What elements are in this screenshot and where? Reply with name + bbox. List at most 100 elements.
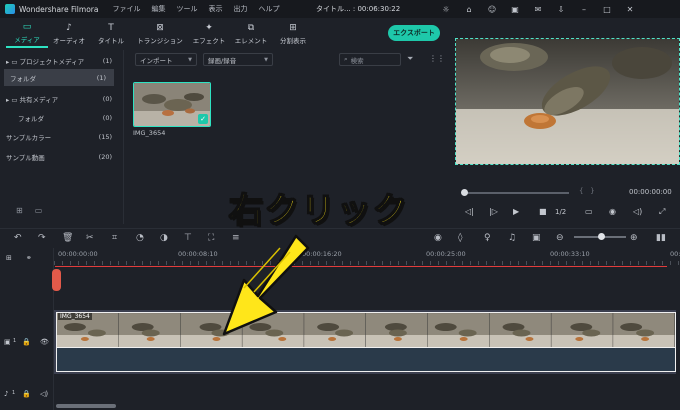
- timeline-panel-icon[interactable]: ▮▮: [656, 233, 666, 243]
- tab-audio[interactable]: ♪ オーディオ: [48, 18, 90, 48]
- undo-icon[interactable]: ↶: [14, 233, 22, 243]
- filmora-logo-icon: [5, 4, 15, 14]
- prev-frame-icon[interactable]: ◁|: [465, 207, 474, 216]
- chevron-down-icon: ▼: [264, 56, 268, 63]
- project-title: タイトル... : 00:06:30:22: [316, 5, 401, 13]
- filter-icon[interactable]: ⏷: [407, 54, 413, 64]
- zoom-in-icon[interactable]: ⊕: [630, 233, 638, 243]
- cut-icon[interactable]: ✂: [86, 233, 94, 243]
- download-icon[interactable]: ⇩: [555, 3, 567, 15]
- export-button[interactable]: エクスポート: [388, 25, 440, 41]
- import-dropdown[interactable]: インポート ▼: [135, 53, 197, 66]
- display-icon[interactable]: ▭: [585, 207, 593, 216]
- mark-in-out-icon[interactable]: { }: [579, 187, 595, 195]
- redo-icon[interactable]: ↷: [38, 233, 46, 243]
- zoom-slider-handle[interactable]: [598, 233, 605, 240]
- module-tabs: ▭ メディア ♪ オーディオ T タイトル ⊠ トランジション ✦ エフェクト ⧉ エレメン…: [0, 18, 452, 48]
- tab-title[interactable]: T タイトル: [90, 18, 132, 48]
- close-icon[interactable]: ✕: [624, 3, 636, 15]
- color-icon[interactable]: ◑: [160, 233, 168, 243]
- fullscreen-icon[interactable]: ⤢: [659, 207, 665, 217]
- tab-elements-label: エレメント: [234, 36, 268, 45]
- green-screen-icon[interactable]: ⊤: [184, 233, 192, 243]
- stop-icon[interactable]: ■: [539, 207, 547, 216]
- voiceover-icon[interactable]: ♫: [508, 233, 516, 243]
- microphone-icon[interactable]: ♀: [484, 233, 491, 243]
- snapshot-icon[interactable]: ◉: [609, 207, 616, 216]
- volume-icon[interactable]: ◁): [633, 207, 642, 216]
- zoom-out-icon[interactable]: ⊖: [556, 233, 564, 243]
- folder-project-folder-count: (1): [96, 73, 106, 82]
- media-thumbnail[interactable]: ✓: [133, 82, 211, 127]
- playhead-handle[interactable]: [52, 269, 61, 291]
- clip-frame-10-ellipse: [636, 329, 655, 337]
- menu-edit[interactable]: 編集: [151, 4, 165, 14]
- split-screen-icon: ⊞: [289, 22, 297, 33]
- clip-frame-7-ellipse: [458, 329, 477, 337]
- tab-elements[interactable]: ⧉ エレメント: [230, 18, 272, 48]
- lock-icon[interactable]: 🔒: [22, 390, 31, 398]
- video-track-number: 1: [13, 338, 17, 344]
- maximize-icon[interactable]: □: [601, 3, 613, 15]
- eye-icon[interactable]: 👁: [40, 338, 49, 346]
- timeline-scrollbar[interactable]: [56, 404, 116, 408]
- preview-seek-handle[interactable]: [461, 189, 468, 196]
- tick-label: 00:00:00:00: [58, 250, 98, 258]
- playback-speed[interactable]: 1/2: [555, 208, 566, 216]
- new-folder-icon[interactable]: ⊞: [16, 206, 23, 215]
- play-slow-icon[interactable]: |▷: [489, 207, 498, 216]
- folder-shared-media[interactable]: ▸ ▭ 共有メディア (0): [0, 90, 124, 107]
- clip-frame-2-ellipse: [141, 329, 160, 337]
- menu-help[interactable]: ヘルプ: [258, 4, 279, 14]
- media-toolbar: インポート ▼ 録画/録音 ▼ ⌕ 検索 ⏷ ⋮⋮: [127, 50, 451, 70]
- menu-view[interactable]: 表示: [208, 4, 222, 14]
- link-icon[interactable]: ⚭: [26, 254, 32, 262]
- folder-icon: ▭: [22, 21, 32, 32]
- folder-sample-videos[interactable]: サンプル動画 (20): [0, 148, 124, 165]
- timeline-ruler[interactable]: 00:00:00:00 00:00:08:10 00:00:16:20 00:0…: [54, 248, 680, 266]
- menu-file[interactable]: ファイル: [112, 4, 140, 14]
- app-name: Wondershare Filmora: [19, 4, 99, 14]
- bulb-icon[interactable]: ☼: [440, 3, 452, 15]
- tab-split-screen[interactable]: ⊞ 分割表示: [272, 18, 314, 48]
- add-track-icon[interactable]: ⊞: [6, 254, 12, 262]
- folder-project-media[interactable]: ▸ ▭ プロジェクトメディア (1): [0, 52, 124, 69]
- grid-view-icon[interactable]: ⋮⋮: [429, 54, 445, 63]
- preview-viewer[interactable]: [455, 38, 680, 165]
- crop-icon[interactable]: ⌗: [112, 233, 117, 243]
- folder-icon[interactable]: ▭: [35, 206, 43, 215]
- save-icon[interactable]: ▣: [509, 3, 521, 15]
- folder-sample-colors[interactable]: サンプルカラー (15): [0, 128, 124, 145]
- render-icon[interactable]: ◉: [434, 233, 442, 243]
- play-icon[interactable]: ▶: [513, 207, 519, 216]
- menu-export[interactable]: 出力: [233, 4, 247, 14]
- account-icon[interactable]: ☺: [486, 3, 498, 15]
- video-clip[interactable]: [56, 312, 676, 348]
- menu-tools[interactable]: ツール: [176, 4, 197, 14]
- folder-panel: ▸ ▭ プロジェクトメディア (1) フォルダ (1) ▸ ▭ 共有メディア (…: [0, 50, 124, 224]
- marker-icon[interactable]: ◊: [458, 233, 462, 243]
- speaker-icon[interactable]: ◁): [40, 390, 48, 398]
- speed-icon[interactable]: ◔: [136, 233, 144, 243]
- record-dropdown[interactable]: 録画/録音 ▼: [203, 53, 273, 66]
- folder-shared-media-count: (0): [102, 94, 112, 103]
- folder-project-folder-label: フォルダ: [10, 74, 36, 83]
- tab-effects[interactable]: ✦ エフェクト: [188, 18, 230, 48]
- gift-icon[interactable]: ⌂: [463, 3, 475, 15]
- tab-transition[interactable]: ⊠ トランジション: [132, 18, 188, 48]
- search-input[interactable]: ⌕ 検索: [339, 53, 401, 66]
- lock-icon[interactable]: 🔒: [22, 338, 31, 346]
- mail-icon[interactable]: ✉: [532, 3, 544, 15]
- folder-project-folder[interactable]: フォルダ (1): [4, 69, 114, 86]
- delete-icon[interactable]: 🗑: [62, 233, 73, 243]
- folder-shared-folder[interactable]: フォルダ (0): [0, 109, 124, 126]
- tab-media[interactable]: ▭ メディア: [6, 18, 48, 48]
- minimize-icon[interactable]: –: [578, 3, 590, 15]
- effects-icon: ✦: [205, 22, 213, 33]
- preview-seek-track[interactable]: [463, 192, 569, 194]
- folder-sample-colors-label: サンプルカラー: [6, 133, 52, 142]
- media-item-label: IMG_3654: [133, 129, 166, 137]
- clip-frame-2-ellipse: [146, 336, 155, 341]
- subtitle-icon[interactable]: ▣: [532, 233, 541, 243]
- clip-frame-10-ellipse: [641, 336, 650, 341]
